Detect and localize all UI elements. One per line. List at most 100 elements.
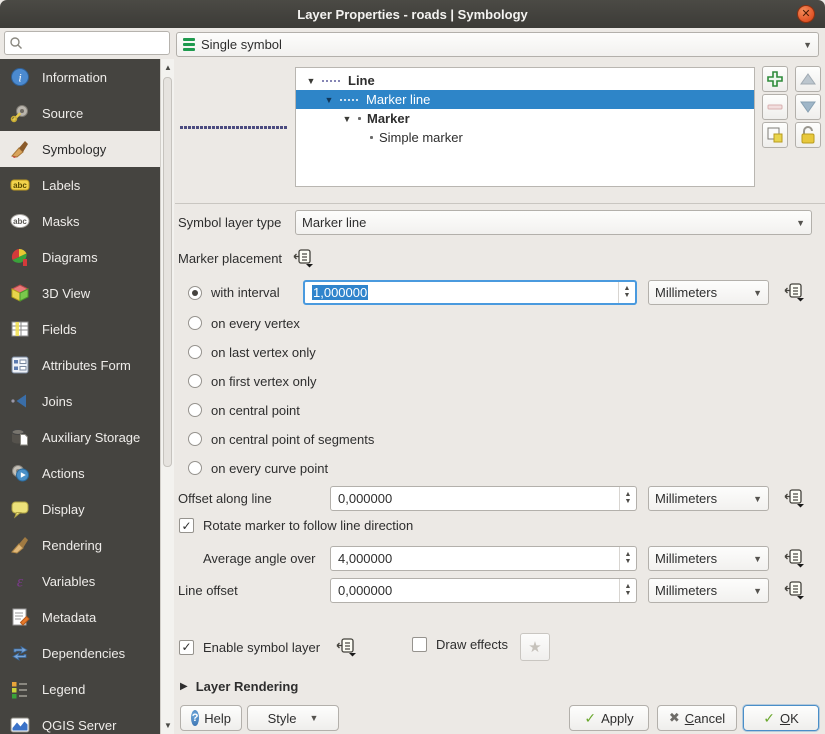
sidebar-item-information[interactable]: i Information: [0, 59, 160, 95]
legend-list-icon: [10, 679, 30, 699]
radio-on-central-point-of-segments[interactable]: on central point of segments: [188, 429, 374, 449]
radio-on-first-vertex-only[interactable]: on first vertex only: [188, 371, 317, 391]
radio-button-icon[interactable]: [188, 403, 202, 417]
average-angle-units-combo[interactable]: Millimeters ▼: [648, 546, 769, 571]
radio-button-icon[interactable]: [188, 432, 202, 446]
radio-button-icon[interactable]: [188, 345, 202, 359]
symbol-layer-type-combo[interactable]: Marker line ▼: [295, 210, 812, 235]
scroll-up-icon[interactable]: ▲: [161, 63, 175, 72]
offset-data-defined-button[interactable]: [779, 486, 809, 510]
interval-units-combo[interactable]: Millimeters ▼: [648, 280, 769, 305]
spin-down-icon: ▼: [624, 293, 631, 299]
layer-rendering-section[interactable]: ▶ Layer Rendering: [180, 679, 298, 694]
apply-button[interactable]: ✓ Apply: [569, 705, 649, 731]
sidebar-item-source[interactable]: Source: [0, 95, 160, 131]
sidebar-item-auxiliary-storage[interactable]: Auxiliary Storage: [0, 419, 160, 455]
symbol-type-combo[interactable]: Single symbol ▼: [176, 32, 819, 57]
masks-abc-icon: abc: [10, 211, 30, 231]
ok-button[interactable]: ✓ OK: [743, 705, 819, 731]
tree-row-marker-line[interactable]: ▼ Marker line: [296, 90, 754, 109]
sidebar-item-joins[interactable]: Joins: [0, 383, 160, 419]
sidebar-item-rendering[interactable]: Rendering: [0, 527, 160, 563]
expand-arrow-icon[interactable]: ▼: [306, 76, 316, 86]
spinner-arrows[interactable]: ▲▼: [618, 282, 635, 303]
line-offset-units-combo[interactable]: Millimeters ▼: [648, 578, 769, 603]
rotate-marker-checkbox-row[interactable]: ✓ Rotate marker to follow line direction: [179, 518, 413, 533]
radio-with-interval[interactable]: with interval: [188, 280, 280, 305]
sidebar-scrollbar[interactable]: ▲ ▼: [160, 59, 174, 734]
help-button[interactable]: ? Help: [180, 705, 242, 731]
lock-color-button[interactable]: [795, 122, 821, 148]
tree-row-line[interactable]: ▼ Line: [296, 71, 754, 90]
radio-button-icon[interactable]: [188, 461, 202, 475]
sidebar-item-actions[interactable]: Actions: [0, 455, 160, 491]
sidebar-item-symbology[interactable]: Symbology: [0, 131, 160, 167]
radio-button-icon[interactable]: [188, 286, 202, 300]
spinner-arrows[interactable]: ▲▼: [619, 547, 636, 570]
scrollbar-handle[interactable]: [163, 77, 172, 467]
interval-spinbox[interactable]: 1,000000 ▲▼: [303, 280, 637, 305]
expand-arrow-icon[interactable]: ▼: [342, 114, 352, 124]
spinner-arrows[interactable]: ▲▼: [619, 487, 636, 510]
radio-on-every-curve-point[interactable]: on every curve point: [188, 458, 328, 478]
tree-row-simple-marker[interactable]: Simple marker: [296, 128, 754, 147]
sidebar-item-diagrams[interactable]: Diagrams: [0, 239, 160, 275]
divider: [175, 203, 825, 204]
move-up-button[interactable]: [795, 66, 821, 92]
checkbox-checked-icon[interactable]: ✓: [179, 640, 194, 655]
sidebar-item-fields[interactable]: Fields: [0, 311, 160, 347]
sidebar-item-display[interactable]: Display: [0, 491, 160, 527]
speech-bubble-icon: [10, 499, 30, 519]
symbol-layer-tree[interactable]: ▼ Line ▼ Marker line ▼ Marker Simple mar…: [295, 67, 755, 187]
sidebar-item-attributes-form[interactable]: Attributes Form: [0, 347, 160, 383]
line-offset-spinbox[interactable]: 0,000000 ▲▼: [330, 578, 637, 603]
move-down-button[interactable]: [795, 94, 821, 120]
spin-down-icon: ▼: [625, 499, 632, 505]
line-offset-data-defined-button[interactable]: [779, 578, 809, 602]
cancel-button[interactable]: ✖ Cancel: [657, 705, 737, 731]
data-defined-override-icon[interactable]: [292, 248, 314, 268]
data-defined-override-icon: [783, 580, 805, 600]
style-button[interactable]: Style ▼: [247, 705, 339, 731]
gear-play-icon: [10, 463, 30, 483]
remove-symbol-layer-button[interactable]: [762, 94, 788, 120]
average-angle-spinbox[interactable]: 4,000000 ▲▼: [330, 546, 637, 571]
average-angle-label: Average angle over: [203, 546, 316, 571]
search-input[interactable]: [23, 36, 169, 50]
sidebar-item-legend[interactable]: Legend: [0, 671, 160, 707]
checkbox-unchecked-icon[interactable]: [412, 637, 427, 652]
tree-row-marker[interactable]: ▼ Marker: [296, 109, 754, 128]
scroll-down-icon[interactable]: ▼: [161, 721, 175, 730]
checkbox-checked-icon[interactable]: ✓: [179, 518, 194, 533]
expand-arrow-icon[interactable]: ▼: [324, 95, 334, 105]
radio-on-central-point[interactable]: on central point: [188, 400, 300, 420]
sidebar-item-qgis-server[interactable]: QGIS Server: [0, 707, 160, 734]
sidebar-item-masks[interactable]: abc Masks: [0, 203, 160, 239]
radio-button-icon[interactable]: [188, 374, 202, 388]
enable-symbol-layer-row[interactable]: ✓ Enable symbol layer: [179, 637, 357, 657]
sidebar-item-dependencies[interactable]: Dependencies: [0, 635, 160, 671]
offset-along-line-spinbox[interactable]: 0,000000 ▲▼: [330, 486, 637, 511]
sidebar-item-3d-view[interactable]: 3D View: [0, 275, 160, 311]
chevron-down-icon: ▼: [790, 218, 805, 228]
chevron-down-icon: ▼: [747, 586, 762, 596]
sidebar-item-metadata[interactable]: Metadata: [0, 599, 160, 635]
draw-effects-row[interactable]: Draw effects: [412, 637, 508, 652]
offset-units-combo[interactable]: Millimeters ▼: [648, 486, 769, 511]
add-symbol-layer-button[interactable]: [762, 66, 788, 92]
rendering-brush-icon: [10, 535, 30, 555]
radio-on-last-vertex-only[interactable]: on last vertex only: [188, 342, 316, 362]
radio-on-every-vertex[interactable]: on every vertex: [188, 313, 300, 333]
marker-line-symbol-icon: [340, 99, 360, 101]
effects-options-button[interactable]: ★: [520, 633, 550, 661]
sidebar-item-variables[interactable]: ε Variables: [0, 563, 160, 599]
interval-data-defined-button[interactable]: [779, 280, 809, 304]
spinner-arrows[interactable]: ▲▼: [619, 579, 636, 602]
close-icon[interactable]: ✕: [797, 5, 815, 23]
radio-button-icon[interactable]: [188, 316, 202, 330]
sidebar-search[interactable]: [4, 31, 170, 55]
sidebar-item-labels[interactable]: abc Labels: [0, 167, 160, 203]
average-angle-data-defined-button[interactable]: [779, 546, 809, 570]
data-defined-override-icon[interactable]: [335, 637, 357, 657]
duplicate-symbol-layer-button[interactable]: [762, 122, 788, 148]
